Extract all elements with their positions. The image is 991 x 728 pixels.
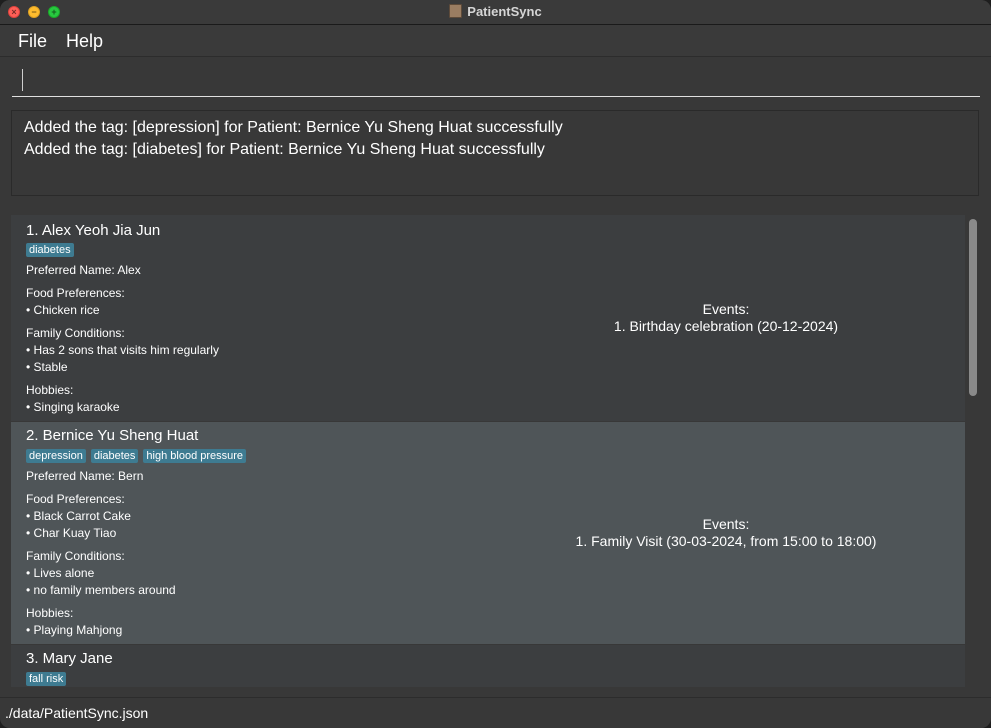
family-condition-item: • Stable xyxy=(26,360,68,374)
window-title-area: PatientSync xyxy=(0,0,991,24)
patient-name: 3. Mary Jane xyxy=(26,650,113,667)
patient-card-mary[interactable]: 3. Mary Jane fall risk xyxy=(11,645,965,687)
hobby-item: • Playing Mahjong xyxy=(26,623,123,637)
tag-high-blood-pressure: high blood pressure xyxy=(143,449,247,463)
food-preference-item: • Char Kuay Tiao xyxy=(26,526,117,540)
status-bar: ./data/PatientSync.json xyxy=(0,697,991,728)
events-panel: Events: 1. Family Visit (30-03-2024, fro… xyxy=(551,516,901,550)
hobby-item: • Singing karaoke xyxy=(26,400,120,414)
food-preference-item: • Chicken rice xyxy=(26,303,100,317)
hobbies-label: Hobbies: xyxy=(26,606,74,620)
window-title: PatientSync xyxy=(467,4,542,19)
preferred-name: Preferred Name: Bern xyxy=(26,469,144,483)
tag-list: depression diabetes high blood pressure xyxy=(26,446,251,464)
command-input[interactable] xyxy=(12,63,980,97)
preferred-name: Preferred Name: Alex xyxy=(26,263,141,277)
food-preferences-label: Food Preferences: xyxy=(26,492,125,506)
events-label: Events: xyxy=(702,516,750,532)
family-condition-item: • Lives alone xyxy=(26,566,95,580)
patient-card-bernice[interactable]: 2. Bernice Yu Sheng Huat depression diabe… xyxy=(11,422,965,644)
menu-bar: File Help xyxy=(0,25,991,57)
family-conditions-label: Family Conditions: xyxy=(26,549,125,563)
scrollbar-thumb[interactable] xyxy=(969,219,977,396)
event-item: 1. Birthday celebration (20-12-2024) xyxy=(613,318,839,334)
food-preferences-label: Food Preferences: xyxy=(26,286,125,300)
events-panel: Events: 1. Birthday celebration (20-12-2… xyxy=(601,301,851,335)
tag-list: fall risk xyxy=(26,669,71,687)
tag-depression: depression xyxy=(26,449,86,463)
hobbies-label: Hobbies: xyxy=(26,383,74,397)
events-label: Events: xyxy=(702,301,750,317)
family-condition-item: • Has 2 sons that visits him regularly xyxy=(26,343,219,357)
event-item: 1. Family Visit (30-03-2024, from 15:00 … xyxy=(575,533,877,549)
title-bar: × − + PatientSync xyxy=(0,0,991,25)
tag-list: diabetes xyxy=(26,240,79,258)
file-path: ./data/PatientSync.json xyxy=(5,705,149,721)
result-line: Added the tag: [diabetes] for Patient: B… xyxy=(24,141,545,158)
text-caret xyxy=(22,69,23,91)
patient-card-alex[interactable]: 1. Alex Yeoh Jia Jun diabetes Preferred … xyxy=(11,215,965,421)
tag-diabetes: diabetes xyxy=(90,449,139,463)
menu-file[interactable]: File xyxy=(18,31,47,52)
tag-fall-risk: fall risk xyxy=(26,672,67,686)
patient-list[interactable]: 1. Alex Yeoh Jia Jun diabetes Preferred … xyxy=(11,215,980,687)
patient-name: 1. Alex Yeoh Jia Jun xyxy=(26,222,161,239)
family-condition-item: • no family members around xyxy=(26,583,176,597)
menu-help[interactable]: Help xyxy=(66,31,103,52)
family-conditions-label: Family Conditions: xyxy=(26,326,125,340)
app-icon xyxy=(449,4,463,18)
tag-diabetes: diabetes xyxy=(26,243,74,257)
app-window: × − + PatientSync File Help Added the ta… xyxy=(0,0,991,728)
result-line: Added the tag: [depression] for Patient:… xyxy=(24,119,563,136)
result-display: Added the tag: [depression] for Patient:… xyxy=(11,110,979,196)
food-preference-item: • Black Carrot Cake xyxy=(26,509,131,523)
patient-name: 2. Bernice Yu Sheng Huat xyxy=(26,427,199,444)
